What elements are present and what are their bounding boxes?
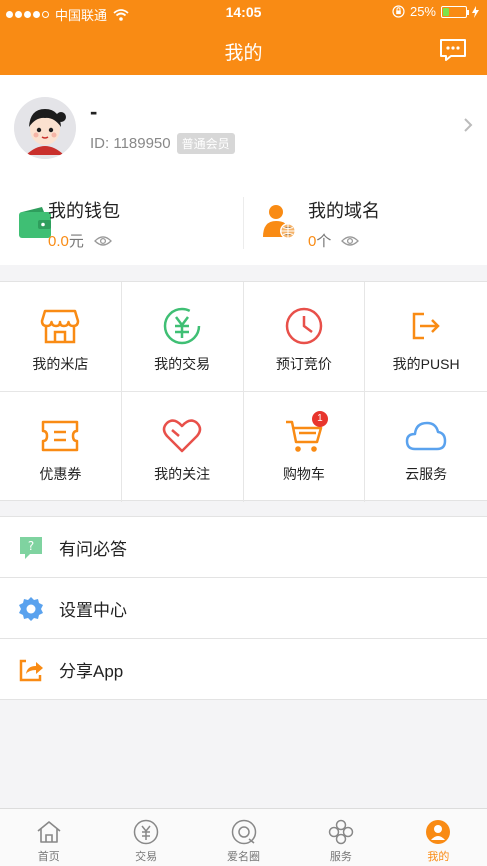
tab-trade[interactable]: 交易	[97, 809, 194, 866]
list-item-qa[interactable]: ? 有问必答	[0, 517, 487, 578]
grid-item-trade[interactable]: 我的交易	[121, 282, 244, 392]
wallet-icon	[19, 207, 51, 238]
charging-icon	[472, 5, 479, 18]
tab-label: 我的	[427, 851, 450, 863]
grid-item-label: 购物车	[282, 466, 325, 482]
avatar-image	[14, 97, 76, 159]
svg-text:?: ?	[28, 539, 34, 553]
domains-label: 我的域名	[308, 201, 380, 221]
wallet-amount: 0.0	[48, 233, 69, 250]
question-icon: ?	[20, 537, 42, 559]
wallet-stat[interactable]: 我的钱包 0.0元	[0, 195, 243, 255]
grid-item-follow[interactable]: 我的关注	[122, 392, 244, 502]
avatar[interactable]	[14, 97, 76, 159]
domains-value-row: 0个	[308, 230, 360, 251]
circle-icon	[231, 819, 256, 845]
tab-home[interactable]: 首页	[0, 809, 97, 866]
member-badge: 普通会员	[176, 133, 235, 154]
heart-icon	[162, 419, 202, 453]
eye-icon[interactable]	[341, 235, 360, 247]
list-item-share[interactable]: 分享App	[0, 639, 487, 700]
user-id: ID: 1189950	[90, 135, 171, 152]
grid-item-label: 我的米店	[32, 356, 89, 372]
tab-service[interactable]: 服务	[292, 809, 389, 866]
eye-icon[interactable]	[93, 235, 112, 247]
grid-item-cloud[interactable]: 云服务	[365, 392, 487, 502]
profile-icon	[426, 820, 451, 844]
lock-rotation-icon	[392, 5, 405, 18]
chevron-right-icon[interactable]	[463, 117, 473, 133]
share-icon	[19, 659, 43, 682]
cart-count-badge: 1	[311, 411, 328, 427]
domains-unit: 个	[316, 233, 332, 250]
tab-label: 交易	[135, 851, 158, 863]
battery-icon	[441, 5, 469, 18]
list-item-settings[interactable]: 设置中心	[0, 578, 487, 639]
clock-icon	[285, 307, 323, 345]
list-item-label: 设置中心	[59, 600, 127, 620]
domain-user-icon	[263, 205, 296, 239]
tab-bar: 首页 交易 爱名圈 服务 我的	[0, 808, 487, 866]
grid-item-push[interactable]: 我的PUSH	[365, 282, 487, 392]
battery-percent: 25%	[409, 4, 436, 19]
wallet-value-row: 0.0元	[48, 230, 112, 251]
wallet-unit: 元	[68, 233, 84, 250]
grid-item-shop[interactable]: 我的米店	[0, 282, 122, 392]
grid-item-label: 优惠券	[39, 466, 82, 482]
feature-grid: 我的米店 我的交易 预订竞价 我的PUSH 优惠券 我的关注 1 购物车 云服务	[0, 281, 487, 502]
tab-label: 爱名圈	[227, 851, 261, 863]
grid-item-cart[interactable]: 1 购物车	[244, 392, 366, 502]
coupon-icon	[42, 420, 79, 452]
grid-item-label: 云服务	[405, 466, 448, 482]
message-icon[interactable]	[439, 38, 467, 62]
grid-item-label: 我的交易	[154, 356, 211, 372]
grid-item-label: 我的PUSH	[392, 356, 460, 372]
tab-label: 服务	[329, 851, 352, 863]
wallet-label: 我的钱包	[48, 201, 120, 221]
list-item-label: 分享App	[59, 661, 124, 681]
tab-label: 首页	[37, 851, 60, 863]
settings-list: ? 有问必答 设置中心 分享App	[0, 516, 487, 700]
grid-item-bidding[interactable]: 预订竞价	[243, 282, 366, 392]
cloud-icon	[405, 421, 447, 451]
list-item-label: 有问必答	[59, 539, 127, 559]
shop-icon	[41, 309, 80, 344]
nav-bar: 我的	[0, 26, 487, 75]
home-icon	[37, 821, 61, 843]
battery-group: 25%	[392, 4, 479, 19]
page-title: 我的	[224, 43, 263, 64]
grid-item-label: 我的关注	[154, 466, 211, 482]
username: -	[90, 99, 98, 124]
tab-mine[interactable]: 我的	[390, 809, 487, 866]
settings-icon	[19, 597, 43, 621]
grid-item-label: 预订竞价	[275, 356, 332, 372]
trade-icon	[163, 307, 201, 345]
grid-item-coupon[interactable]: 优惠券	[0, 392, 122, 502]
user-id-row: ID: 1189950 普通会员	[90, 133, 235, 154]
service-icon	[328, 819, 354, 845]
status-bar: 中国联通 14:05 25%	[0, 0, 487, 26]
push-icon	[412, 312, 440, 340]
profile-card: - ID: 1189950 普通会员 我的钱包 0.0元 我的域名 0个	[0, 75, 487, 265]
yuan-icon	[133, 819, 159, 845]
tab-circle[interactable]: 爱名圈	[195, 809, 292, 866]
domains-stat[interactable]: 我的域名 0个	[243, 195, 487, 255]
